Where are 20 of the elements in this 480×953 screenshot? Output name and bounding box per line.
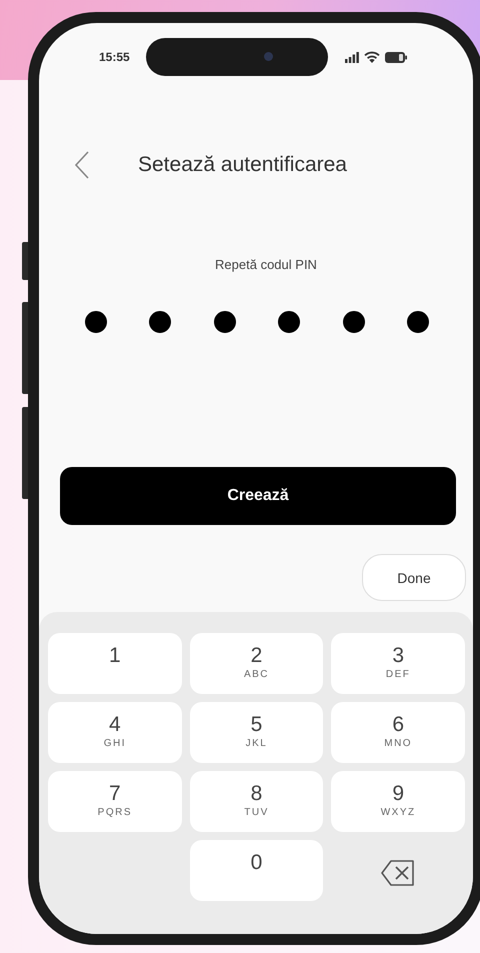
keypad-key[interactable]: 4 GHI xyxy=(48,702,182,763)
wifi-icon xyxy=(364,51,380,63)
back-icon[interactable] xyxy=(75,151,89,179)
keypad-key[interactable]: 1 xyxy=(48,633,182,694)
keypad-key[interactable]: 3 DEF xyxy=(331,633,465,694)
keypad-key[interactable]: 0 xyxy=(190,840,324,901)
pin-label: Repetă codul PIN xyxy=(214,256,318,274)
signal-icon xyxy=(344,52,359,62)
done-button[interactable]: Done xyxy=(362,554,466,601)
battery-icon xyxy=(384,52,407,62)
create-button[interactable]: Creează xyxy=(60,467,456,525)
keypad-key[interactable]: 6 MNO xyxy=(331,702,465,763)
keypad-key[interactable]: 9 WXYZ xyxy=(331,771,465,832)
keypad-key[interactable]: 5 JKL xyxy=(190,702,324,763)
keypad-key[interactable]: 7 PQRS xyxy=(48,771,182,832)
screen-title: Setează autentificarea xyxy=(138,153,347,177)
keypad-key[interactable]: 8 TUV xyxy=(190,771,324,832)
backspace-icon[interactable] xyxy=(381,860,416,886)
keypad-key[interactable]: 2 ABC xyxy=(190,633,324,694)
status-time: 15:55 xyxy=(99,50,130,64)
